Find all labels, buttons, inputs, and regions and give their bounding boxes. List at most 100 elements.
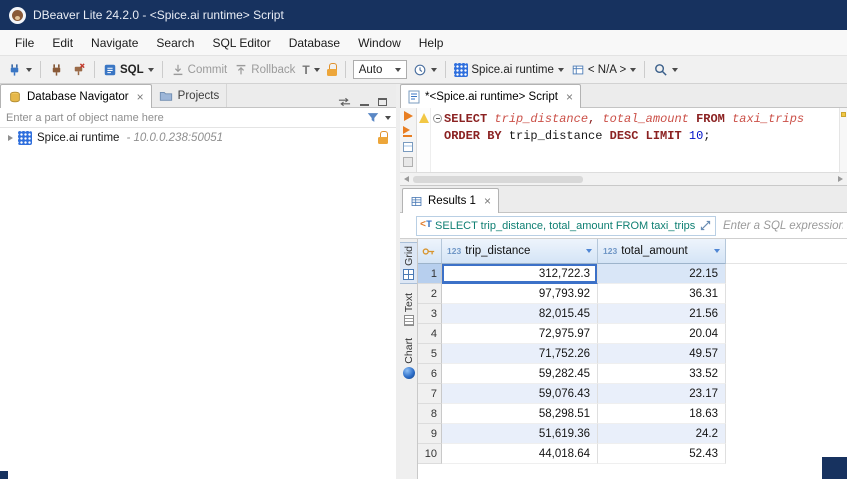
- lock-icon: [327, 63, 337, 76]
- results-query-preview[interactable]: <T SELECT trip_distance, total_amount FR…: [416, 216, 716, 236]
- tab-projects[interactable]: Projects: [152, 84, 228, 107]
- grid-cell[interactable]: 97,793.92: [442, 284, 598, 304]
- chevron-down-icon[interactable]: [385, 116, 391, 120]
- results-view-tab-grid[interactable]: Grid: [400, 242, 417, 284]
- menu-sql-editor[interactable]: SQL Editor: [203, 32, 279, 54]
- column-header-total_amount[interactable]: 123total_amount: [598, 239, 726, 264]
- menu-database[interactable]: Database: [280, 32, 349, 54]
- link-with-editor-icon[interactable]: [338, 97, 351, 107]
- row-filler: [726, 304, 847, 324]
- tree-item-connection[interactable]: Spice.ai runtime - 10.0.0.238:50051: [0, 128, 396, 147]
- expand-panel-icon[interactable]: [699, 219, 712, 232]
- menu-navigate[interactable]: Navigate: [82, 32, 147, 54]
- grid-cell[interactable]: 22.15: [598, 264, 726, 284]
- tab-database-navigator[interactable]: Database Navigator ×: [0, 84, 152, 108]
- row-number[interactable]: 9: [418, 424, 442, 444]
- open-sql-editor-button[interactable]: SQL: [100, 61, 157, 79]
- sort-dropdown-icon[interactable]: [714, 249, 720, 253]
- row-filler: [726, 384, 847, 404]
- grid-cell[interactable]: 59,282.45: [442, 364, 598, 384]
- grid-cell[interactable]: 21.56: [598, 304, 726, 324]
- grid-cell[interactable]: 44,018.64: [442, 444, 598, 464]
- menu-help[interactable]: Help: [410, 32, 453, 54]
- row-number[interactable]: 3: [418, 304, 442, 324]
- navigator-filter-input[interactable]: [0, 109, 362, 127]
- tab-results-1[interactable]: Results 1 ×: [402, 188, 499, 213]
- row-number[interactable]: 7: [418, 384, 442, 404]
- grid-cell[interactable]: 52.43: [598, 444, 726, 464]
- grid-cell[interactable]: 49.57: [598, 344, 726, 364]
- grid-cell[interactable]: 59,076.43: [442, 384, 598, 404]
- active-connection-selector[interactable]: Spice.ai runtime: [451, 61, 566, 79]
- execute-script-icon[interactable]: [403, 126, 414, 137]
- tab-sql-script[interactable]: *<Spice.ai runtime> Script ×: [400, 84, 581, 108]
- grid-cell[interactable]: 36.31: [598, 284, 726, 304]
- transaction-lock-button[interactable]: [324, 61, 340, 78]
- commit-button[interactable]: Commit: [168, 61, 231, 79]
- table-row: 472,975.9720.04: [418, 324, 847, 344]
- active-schema-selector[interactable]: < N/A >: [568, 61, 639, 79]
- grid-cell[interactable]: 18.63: [598, 404, 726, 424]
- grid-cell[interactable]: 33.52: [598, 364, 726, 384]
- row-number[interactable]: 10: [418, 444, 442, 464]
- header-filler: [726, 239, 847, 264]
- close-icon[interactable]: ×: [484, 195, 491, 207]
- code-fold-icon[interactable]: [433, 114, 442, 123]
- grid-corner[interactable]: [418, 239, 442, 264]
- grid-cell[interactable]: 24.2: [598, 424, 726, 444]
- editor-horizontal-scrollbar[interactable]: [400, 172, 847, 185]
- readonly-lock-icon: [378, 131, 388, 144]
- column-header-trip_distance[interactable]: 123trip_distance: [442, 239, 598, 264]
- grid-cell[interactable]: 72,975.97: [442, 324, 598, 344]
- results-view-tab-text[interactable]: Text: [400, 290, 417, 329]
- close-icon[interactable]: ×: [137, 91, 144, 103]
- connection-address: - 10.0.0.238:50051: [126, 132, 223, 144]
- filter-funnel-icon[interactable]: [366, 111, 380, 124]
- scrollbar-thumb[interactable]: [413, 176, 583, 183]
- query-preview-text: SELECT trip_distance, total_amount FROM …: [435, 220, 696, 232]
- commit-mode-combo[interactable]: Auto: [353, 60, 408, 79]
- close-icon[interactable]: ×: [566, 91, 573, 103]
- menu-window[interactable]: Window: [349, 32, 410, 54]
- scroll-left-icon[interactable]: [404, 176, 409, 182]
- scroll-right-icon[interactable]: [838, 176, 843, 182]
- editor-workspace: *<Spice.ai runtime> Script × SELECT trip…: [400, 84, 847, 479]
- rollback-button[interactable]: Rollback: [231, 61, 298, 79]
- row-number[interactable]: 5: [418, 344, 442, 364]
- table-row: 858,298.5118.63: [418, 404, 847, 424]
- output-panel-icon[interactable]: [403, 157, 413, 167]
- menu-file[interactable]: File: [6, 32, 43, 54]
- explain-plan-icon[interactable]: [403, 142, 413, 152]
- disconnect-plug-icon: [71, 62, 86, 77]
- chevron-right-icon[interactable]: [8, 135, 13, 141]
- sql-editor-icon: [103, 63, 117, 77]
- sort-dropdown-icon[interactable]: [586, 249, 592, 253]
- grid-cell[interactable]: 51,619.36: [442, 424, 598, 444]
- row-number[interactable]: 8: [418, 404, 442, 424]
- connect-button[interactable]: [46, 60, 67, 79]
- execute-statement-icon[interactable]: [404, 111, 413, 121]
- menu-edit[interactable]: Edit: [43, 32, 82, 54]
- grid-cell[interactable]: 71,752.26: [442, 344, 598, 364]
- overview-ruler: [839, 108, 847, 172]
- sql-code[interactable]: SELECT trip_distance, total_amount FROM …: [431, 108, 839, 172]
- new-connection-button[interactable]: [4, 60, 35, 79]
- transaction-log-button[interactable]: [410, 61, 440, 79]
- transaction-mode-button[interactable]: T: [299, 61, 322, 79]
- grid-cell[interactable]: 23.17: [598, 384, 726, 404]
- grid-cell[interactable]: 20.04: [598, 324, 726, 344]
- row-number[interactable]: 2: [418, 284, 442, 304]
- grid-cell[interactable]: 58,298.51: [442, 404, 598, 424]
- disconnect-button[interactable]: [68, 60, 89, 79]
- grid-cell[interactable]: 82,015.45: [442, 304, 598, 324]
- maximize-icon[interactable]: [378, 98, 387, 106]
- minimize-icon[interactable]: [360, 98, 369, 106]
- results-filter-input[interactable]: [719, 216, 847, 236]
- search-button[interactable]: [650, 60, 681, 79]
- row-number[interactable]: 1: [418, 264, 442, 284]
- row-number[interactable]: 6: [418, 364, 442, 384]
- row-number[interactable]: 4: [418, 324, 442, 344]
- menu-search[interactable]: Search: [147, 32, 203, 54]
- results-view-tab-chart[interactable]: Chart: [400, 335, 417, 382]
- grid-cell[interactable]: 312,722.3: [442, 264, 598, 284]
